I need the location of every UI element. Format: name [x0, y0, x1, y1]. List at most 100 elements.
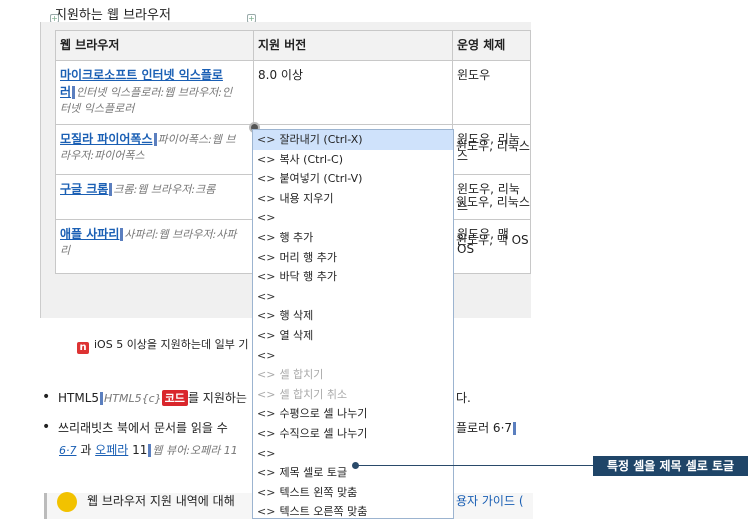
annotation-marker	[109, 183, 113, 196]
code-arrows-icon: <>	[257, 133, 276, 146]
menu-item[interactable]: <>	[253, 287, 453, 307]
menu-item-label: 바닥 행 추가	[279, 270, 338, 284]
menu-item[interactable]: <> 복사 (Ctrl-C)	[253, 150, 453, 170]
menu-item-label: 텍스트 왼쪽 맞춤	[279, 485, 358, 499]
annotation-marker	[120, 228, 124, 241]
menu-item[interactable]: <>	[253, 444, 453, 464]
bullet-text: 를 지원하는	[187, 391, 247, 405]
menu-item[interactable]: <> 텍스트 오른쪽 맞춤	[253, 502, 453, 519]
menu-item-label: 머리 행 추가	[279, 250, 338, 264]
header-version[interactable]: 지원 버전	[253, 30, 453, 61]
guide-link[interactable]: 용자 가이드 (	[456, 492, 524, 509]
menu-item-label: 셀 합치기 취소	[279, 387, 348, 401]
menu-item: <> 셀 합치기	[253, 365, 453, 385]
table-cell[interactable]: 윈도우	[452, 60, 531, 125]
note-icon: n	[77, 342, 89, 354]
code-arrows-icon: <>	[257, 270, 276, 284]
annotation-note: 라우저:파이어폭스	[60, 149, 145, 162]
menu-item-label: 붙여넣기 (Ctrl-V)	[279, 172, 363, 186]
code-arrows-icon: <>	[257, 426, 276, 440]
bullet-text: HTML5	[58, 391, 100, 405]
menu-item[interactable]: <> 내용 지우기	[253, 189, 453, 209]
context-menu: <> 잘라내기 (Ctrl-X) <> 복사 (Ctrl-C) <> 붙여넣기 (Ctrl…	[252, 129, 454, 519]
menu-item[interactable]: <> 머리 행 추가	[253, 248, 453, 268]
callout-dot-icon	[352, 462, 359, 469]
table-cell[interactable]: 애플 사파리 사파리:웹 브라우저:사파 리	[55, 219, 254, 274]
table-header-row: 웹 브라우저 지원 버전 운영 체제	[55, 30, 531, 61]
menu-item[interactable]: <> 수평으로 셀 나누기	[253, 404, 453, 424]
bullet-line: 6·7 과 오페라 11 웹 뷰어:오페라 11	[59, 441, 238, 458]
table-cell[interactable]: 모질라 파이어폭스 파이어폭스:웹 브 라우저:파이어폭스	[55, 124, 254, 175]
menu-item-label: 셀 합치기	[279, 368, 324, 382]
menu-item-label: 수직으로 셀 나누기	[279, 426, 368, 440]
menu-item[interactable]: <> 행 삭제	[253, 306, 453, 326]
bullet-text: 11	[128, 443, 148, 457]
table-cell[interactable]: 8.0 이상	[253, 60, 453, 125]
bullet-text: 쓰리래빗츠 북에서 문서를 읽을 수	[58, 421, 228, 435]
code-arrows-icon: <>	[257, 387, 276, 401]
annotation-note: 파이어폭스:웹 브	[157, 133, 236, 146]
menu-item[interactable]: <> 수직으로 셀 나누기	[253, 424, 453, 444]
note-text: iOS 5 이상을 지원하는데 일부 기	[94, 338, 249, 351]
annotation-note: HTML5{c}	[104, 392, 162, 405]
annotation-note: 웹 뷰어:오페라 11	[152, 444, 238, 457]
callout-line	[356, 465, 594, 466]
code-arrows-icon: <>	[257, 328, 276, 342]
browser-link-ie[interactable]: 마이크로소프트 인터넷 익스플로	[60, 68, 223, 82]
bullet-text-end: 다.	[456, 391, 471, 405]
menu-item-label: 복사 (Ctrl-C)	[279, 152, 343, 166]
header-browser[interactable]: 웹 브라우저	[55, 30, 254, 61]
menu-item-label: 잘라내기 (Ctrl-X)	[279, 133, 363, 146]
code-arrows-icon: <>	[257, 466, 276, 480]
menu-item: <> 셀 합치기 취소	[253, 385, 453, 405]
code-arrows-icon: <>	[257, 191, 276, 205]
table-cell[interactable]: 구글 크롬 크롬:웹 브라우저:크롬	[55, 174, 254, 220]
header-os[interactable]: 운영 체제	[452, 30, 531, 61]
menu-item[interactable]: <> 텍스트 왼쪽 맞춤	[253, 483, 453, 503]
code-badge: 코드	[161, 390, 188, 406]
browser-link-firefox[interactable]: 모질라 파이어폭스	[60, 132, 153, 146]
menu-item-label: 행 삭제	[279, 309, 314, 323]
menu-item-label: 열 삭제	[279, 328, 314, 342]
menu-item-label: 텍스트 오른쪽 맞춤	[279, 505, 368, 519]
opera-link[interactable]: 오페라	[95, 443, 128, 457]
annotation-note: 인터넷 익스플로러:웹 브라우저:인	[76, 86, 233, 99]
menu-item-label: 행 추가	[279, 230, 314, 244]
code-arrows-icon: <>	[257, 211, 276, 225]
os-text-overflow: 윈도우, 리눅스	[456, 139, 530, 153]
code-arrows-icon: <>	[257, 250, 276, 264]
menu-item-label: 제목 셀로 토글	[279, 466, 348, 480]
os-text-overflow: 윈도우, 리눅스	[456, 195, 530, 209]
annotation-note: 터넷 익스플로러	[60, 102, 135, 115]
menu-item[interactable]: <> 행 추가	[253, 228, 453, 248]
table-row: 마이크로소프트 인터넷 익스플로 러 인터넷 익스플로러:웹 브라우저:인 터넷 …	[55, 60, 531, 125]
annotation-marker	[153, 133, 157, 146]
menu-item[interactable]: <>	[253, 346, 453, 366]
annotation-marker	[100, 392, 104, 405]
menu-item[interactable]: <>	[253, 208, 453, 228]
menu-item[interactable]: <> 붙여넣기 (Ctrl-V)	[253, 169, 453, 189]
browser-link-safari[interactable]: 애플 사파리	[60, 227, 119, 241]
table-cell[interactable]: 마이크로소프트 인터넷 익스플로 러 인터넷 익스플로러:웹 브라우저:인 터넷 …	[55, 60, 254, 125]
annotation-link[interactable]: 6·7	[59, 444, 77, 457]
code-arrows-icon: <>	[257, 230, 276, 244]
lightbulb-icon	[57, 492, 77, 512]
code-arrows-icon: <>	[257, 407, 276, 421]
menu-item-label: 내용 지우기	[279, 191, 334, 205]
info-text: 웹 브라우저 지원 내역에 대해	[87, 494, 235, 508]
menu-item-label: 수평으로 셀 나누기	[279, 407, 368, 421]
code-arrows-icon: <>	[257, 348, 276, 362]
annotation-marker	[72, 86, 76, 99]
table-caption: 지원하는 웹 브라우저	[55, 8, 171, 23]
annotation-note: 리	[60, 244, 71, 257]
menu-item[interactable]: <> 열 삭제	[253, 326, 453, 346]
browser-link-chrome[interactable]: 구글 크롬	[60, 182, 108, 196]
menu-item[interactable]: <> 바닥 행 추가	[253, 267, 453, 287]
menu-item[interactable]: <> 잘라내기 (Ctrl-X)	[253, 130, 453, 150]
bullet-text-end: 플로러 6·7	[456, 419, 517, 436]
bullet-text: 과	[76, 443, 96, 457]
annotation-marker	[148, 444, 152, 457]
code-arrows-icon: <>	[257, 446, 276, 460]
browser-link-ie-cont[interactable]: 러	[60, 85, 71, 99]
code-arrows-icon: <>	[257, 289, 276, 303]
